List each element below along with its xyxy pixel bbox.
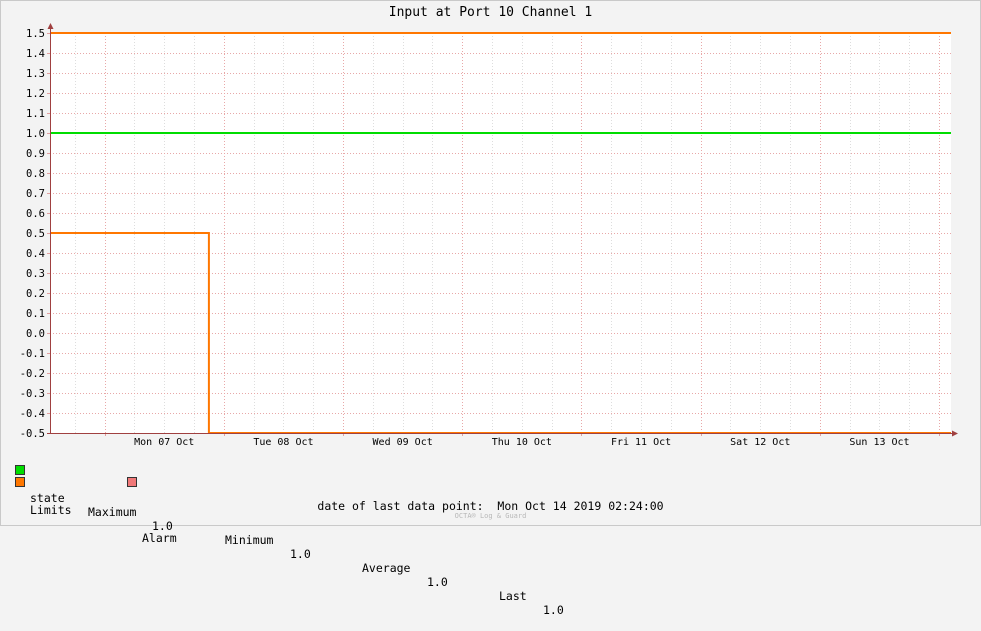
y-tick-label: 1.4 (26, 48, 45, 60)
y-axis-arrow (47, 23, 54, 29)
y-tick-label: 1.3 (26, 68, 45, 80)
legend-row-limits: Limits Alarm (15, 475, 177, 545)
y-tick-label: -0.3 (20, 388, 45, 400)
x-tick-label: Fri 11 Oct (611, 437, 671, 448)
y-tick-label: 0.0 (26, 328, 45, 340)
legend-min-label: Minimum (225, 533, 274, 547)
y-tick-label: -0.5 (20, 428, 45, 440)
legend-avg-label: Average (362, 561, 411, 575)
x-tick-label: Sun 13 Oct (849, 437, 909, 448)
x-tick-label: Sat 12 Oct (730, 437, 790, 448)
legend-last-value: 1.0 (543, 603, 564, 617)
y-tick-label: -0.1 (20, 348, 45, 360)
y-tick-label: 0.8 (26, 168, 45, 180)
legend-swatch-limits (15, 477, 25, 487)
y-tick-label: 1.2 (26, 88, 45, 100)
last-data-point-value: Mon Oct 14 2019 02:24:00 (497, 499, 664, 513)
legend-last-label: Last (499, 589, 527, 603)
y-tick-label: 1.0 (26, 128, 45, 140)
y-tick-label: 0.6 (26, 208, 45, 220)
legend-swatch-alarm (127, 477, 137, 487)
legend-swatch-state (15, 465, 25, 475)
y-tick-label: -0.2 (20, 368, 45, 380)
y-tick-label: 0.7 (26, 188, 45, 200)
y-tick-label: 0.4 (26, 248, 45, 260)
legend-min-value: 1.0 (290, 547, 311, 561)
x-tick-label: Thu 10 Oct (492, 437, 552, 448)
x-tick-label: Wed 09 Oct (373, 437, 433, 448)
last-data-point: date of last data point: Mon Oct 14 2019… (0, 499, 981, 513)
watermark-logo: OCTA® Log & Guard (454, 512, 527, 520)
x-tick-label: Mon 07 Oct (134, 437, 194, 448)
legend-label-alarm: Alarm (142, 531, 177, 545)
y-tick-label: 0.3 (26, 268, 45, 280)
y-tick-label: 0.5 (26, 228, 45, 240)
chart-title: Input at Port 10 Channel 1 (388, 5, 593, 20)
last-data-point-label: date of last data point: (317, 499, 484, 513)
legend-avg-value: 1.0 (427, 575, 448, 589)
y-tick-label: 1.1 (26, 108, 45, 120)
chart-plot: 1.5 1.4 1.3 1.2 1.1 1.0 0.9 0.8 0.7 0.6 0.5 0.4 0.3 0… (20, 23, 958, 448)
y-tick-label: 0.9 (26, 148, 45, 160)
y-tick-label: 1.5 (26, 28, 45, 40)
y-tick-label: -0.4 (20, 408, 45, 420)
y-tick-label: 0.2 (26, 288, 45, 300)
x-axis-arrow (952, 430, 958, 437)
x-tick-label: Tue 08 Oct (253, 437, 313, 448)
y-tick-label: 0.1 (26, 308, 45, 320)
